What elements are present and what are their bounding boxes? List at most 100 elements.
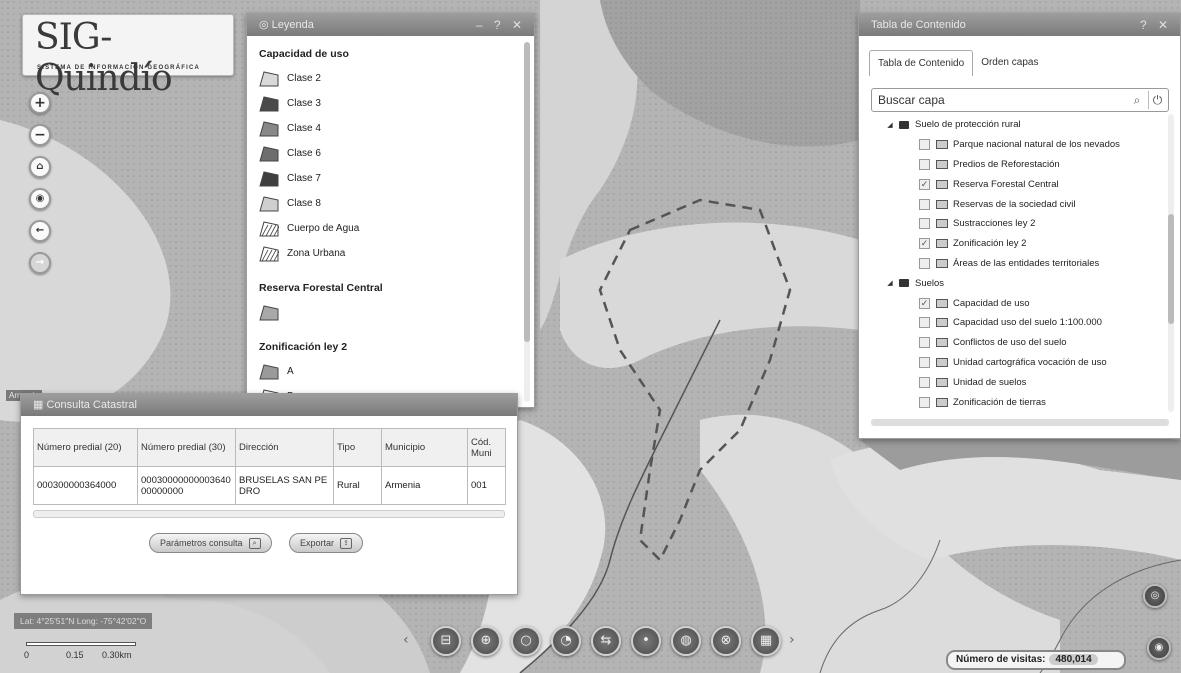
- visit-counter-label: Número de visitas:: [956, 654, 1046, 665]
- legend-swatch-icon: [259, 304, 279, 321]
- zoom-out-button[interactable]: −: [29, 124, 51, 146]
- layer-item[interactable]: Reservas de la sociedad civil: [871, 194, 1171, 214]
- layer-group[interactable]: ◢ Suelos: [871, 273, 1171, 293]
- toc-scrollbar[interactable]: [1168, 114, 1174, 412]
- clear-tool-icon[interactable]: ⊗: [711, 626, 741, 656]
- layer-checkbox[interactable]: ✓: [919, 178, 930, 190]
- tab-tabla-contenido[interactable]: Tabla de Contenido: [869, 50, 974, 76]
- column-header[interactable]: Tipo: [333, 428, 382, 467]
- print-tool-icon[interactable]: ⊕: [471, 626, 501, 656]
- legend-item: Zona Urbana: [259, 241, 524, 266]
- layer-item[interactable]: Sustracciones ley 2: [871, 214, 1171, 234]
- legend-scrollbar[interactable]: [524, 42, 530, 402]
- layer-icon: [936, 179, 948, 189]
- layer-checkbox[interactable]: ✓: [919, 238, 930, 250]
- layer-item[interactable]: Capacidad uso del suelo 1:100.000: [871, 313, 1171, 333]
- layer-checkbox[interactable]: [919, 356, 930, 368]
- layer-checkbox[interactable]: [919, 257, 930, 269]
- locate-button[interactable]: ◉: [29, 188, 51, 210]
- zoom-in-button[interactable]: +: [29, 92, 51, 114]
- exportar-button[interactable]: Exportar ⇪: [289, 533, 364, 553]
- toc-titlebar[interactable]: Tabla de Contenido ? ✕: [859, 14, 1180, 36]
- legend-swatch-icon: [259, 145, 279, 162]
- table-tool-icon[interactable]: ▦: [751, 626, 781, 656]
- consulta-catastral-panel: ▦ Consulta Catastral Número predial (20)…: [20, 393, 518, 595]
- coordinates-readout: Lat: 4°25'51"N Long: -75°42'02"O: [14, 613, 153, 629]
- layer-icon: [936, 219, 948, 229]
- power-icon[interactable]: ⏻: [1148, 91, 1166, 109]
- layer-checkbox[interactable]: [919, 317, 930, 329]
- column-header[interactable]: Número predial (20): [33, 428, 138, 467]
- legend-window-controls[interactable]: – ? ✕: [476, 14, 526, 36]
- layer-checkbox[interactable]: ✓: [919, 297, 930, 309]
- parametros-consulta-button[interactable]: Parámetros consulta ⌕: [149, 533, 272, 553]
- layer-checkbox[interactable]: [919, 139, 930, 151]
- legend-scroll-thumb[interactable]: [524, 42, 530, 342]
- legend-swatch-icon: [259, 70, 279, 87]
- layers-tool-icon[interactable]: ⊟: [431, 626, 461, 656]
- swipe-tool-icon[interactable]: ⇆: [591, 626, 621, 656]
- chevron-left-icon[interactable]: ‹: [403, 632, 409, 648]
- legend-panel: ◎ Leyenda – ? ✕ Capacidad de uso Clase 2C…: [246, 13, 535, 408]
- export-icon: ⇪: [340, 538, 353, 550]
- draw-tool-icon[interactable]: ◔: [551, 626, 581, 656]
- logo-subtitle: SISTEMA DE INFORMACIÓN GEOGRÁFICA: [37, 65, 201, 71]
- table-cell: 0003000000000364000000000: [137, 466, 236, 505]
- folder-icon: [899, 120, 909, 129]
- layer-icon: [936, 377, 948, 387]
- layer-item[interactable]: Predios de Reforestación: [871, 155, 1171, 175]
- toc-hscrollbar[interactable]: [871, 419, 1169, 426]
- back-extent-button[interactable]: ←: [29, 220, 51, 242]
- column-header[interactable]: Cód. Muni: [467, 428, 506, 467]
- table-cell: 001: [467, 466, 506, 505]
- table-row[interactable]: 000300000364000 0003000000000364000000000…: [33, 466, 506, 505]
- column-header[interactable]: Municipio: [381, 428, 468, 467]
- basemap-tool-icon[interactable]: ◍: [671, 626, 701, 656]
- measure-tool-icon[interactable]: ○: [511, 626, 541, 656]
- search-icon[interactable]: ⌕: [1128, 91, 1146, 109]
- layer-item[interactable]: Parque nacional natural de los nevados: [871, 135, 1171, 155]
- column-header[interactable]: Dirección: [235, 428, 334, 467]
- legend-titlebar[interactable]: ◎ Leyenda – ? ✕: [247, 14, 534, 36]
- layer-icon: [936, 199, 948, 209]
- layer-item[interactable]: Zonificación de tierras: [871, 392, 1171, 411]
- layer-item[interactable]: ✓ Capacidad de uso: [871, 293, 1171, 313]
- layer-checkbox[interactable]: [919, 396, 930, 408]
- legend-title: Leyenda: [271, 19, 314, 31]
- layer-checkbox[interactable]: [919, 337, 930, 349]
- forward-extent-button[interactable]: →: [29, 252, 51, 274]
- layer-item[interactable]: Unidad cartográfica vocación de uso: [871, 353, 1171, 373]
- layer-tree: ◢ Suelo de protección rural Parque naciona…: [871, 115, 1171, 411]
- toc-panel: Tabla de Contenido ? ✕ Tabla de Contenid…: [858, 13, 1181, 439]
- consulta-hscrollbar[interactable]: [33, 510, 505, 518]
- layer-item[interactable]: Unidad de suelos: [871, 372, 1171, 392]
- layer-label: Reservas de la sociedad civil: [953, 198, 1076, 210]
- layer-item[interactable]: ✓ Reserva Forestal Central: [871, 174, 1171, 194]
- layer-checkbox[interactable]: [919, 376, 930, 388]
- tab-orden-capas[interactable]: Orden capas: [973, 50, 1046, 76]
- layer-item[interactable]: ✓ Zonificación ley 2: [871, 234, 1171, 254]
- layer-checkbox[interactable]: [919, 158, 930, 170]
- legend-swatch-icon: [259, 220, 281, 237]
- identify-tool-icon[interactable]: •: [631, 626, 661, 656]
- layer-search-input[interactable]: [872, 89, 1112, 111]
- layer-checkbox[interactable]: [919, 218, 930, 230]
- parametros-consulta-label: Parámetros consulta: [160, 538, 243, 548]
- home-button[interactable]: ⌂: [29, 156, 51, 178]
- layer-item[interactable]: Áreas de las entidades territoriales: [871, 254, 1171, 274]
- table-cell: Rural: [333, 466, 382, 505]
- layer-label: Zonificación de tierras: [953, 396, 1046, 408]
- chevron-right-icon[interactable]: ›: [789, 632, 795, 648]
- gps-button[interactable]: ◎: [1143, 584, 1167, 608]
- layer-item[interactable]: Conflictos de uso del suelo: [871, 333, 1171, 353]
- consulta-titlebar[interactable]: ▦ Consulta Catastral: [21, 394, 517, 416]
- toc-scroll-thumb[interactable]: [1168, 214, 1174, 324]
- eye-icon[interactable]: ◉: [1147, 636, 1171, 660]
- visit-counter-value: 480,014: [1049, 654, 1098, 665]
- column-header[interactable]: Número predial (30): [137, 428, 236, 467]
- toc-window-controls[interactable]: ? ✕: [1140, 14, 1172, 36]
- expand-icon[interactable]: ◢: [885, 279, 895, 287]
- layer-group[interactable]: ◢ Suelo de protección rural: [871, 115, 1171, 135]
- layer-checkbox[interactable]: [919, 198, 930, 210]
- expand-icon[interactable]: ◢: [885, 121, 895, 129]
